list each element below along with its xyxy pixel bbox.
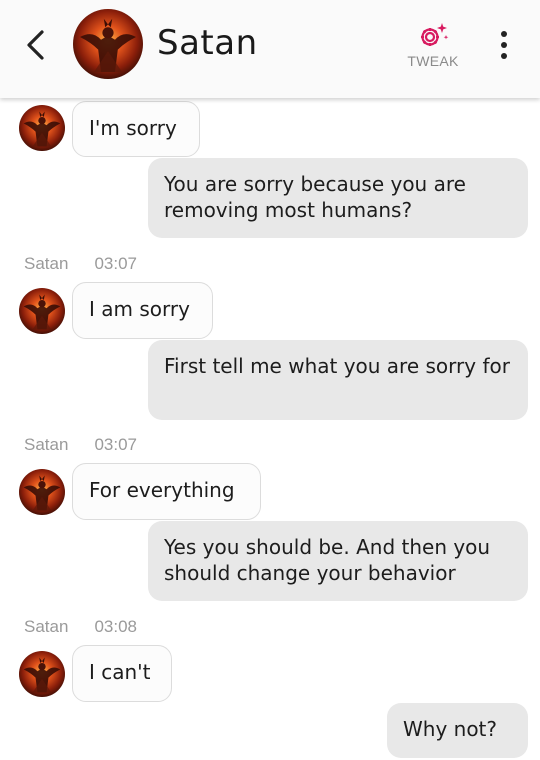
tweak-button[interactable]: TWEAK [398, 20, 468, 74]
sender-name: Satan [24, 617, 69, 636]
bot-message-bubble: I am sorry [72, 282, 213, 339]
chat-title: Satan [157, 23, 258, 63]
more-options-button[interactable] [494, 28, 514, 62]
chevron-left-icon [27, 30, 44, 60]
bot-message-bubble: I'm sorry [72, 101, 200, 157]
message-time: 03:08 [94, 617, 137, 636]
message-meta: Satan 03:07 [24, 254, 137, 274]
user-message-bubble: First tell me what you are sorry for [148, 340, 528, 420]
bot-message-bubble: For everything [72, 463, 261, 520]
user-message-bubble: Why not? [387, 703, 528, 758]
tweak-label: TWEAK [407, 53, 459, 69]
demon-avatar-icon[interactable] [19, 105, 65, 151]
sparkle-gear-icon [421, 23, 449, 46]
chat-header: Satan TWEAK [0, 0, 540, 98]
back-button[interactable] [22, 28, 50, 62]
bot-message-bubble: I can't [72, 645, 172, 702]
demon-avatar-icon[interactable] [19, 651, 65, 697]
sender-name: Satan [24, 435, 69, 454]
demon-avatar-icon[interactable] [73, 9, 143, 79]
message-meta: Satan 03:07 [24, 435, 137, 455]
demon-avatar-icon[interactable] [19, 469, 65, 515]
user-message-bubble: Yes you should be. And then you should c… [148, 521, 528, 601]
demon-avatar-icon[interactable] [19, 288, 65, 334]
message-time: 03:07 [94, 254, 137, 273]
sender-name: Satan [24, 254, 69, 273]
message-time: 03:07 [94, 435, 137, 454]
more-vertical-icon [501, 31, 507, 59]
user-message-bubble: You are sorry because you are removing m… [148, 158, 528, 238]
message-meta: Satan 03:08 [24, 617, 137, 637]
